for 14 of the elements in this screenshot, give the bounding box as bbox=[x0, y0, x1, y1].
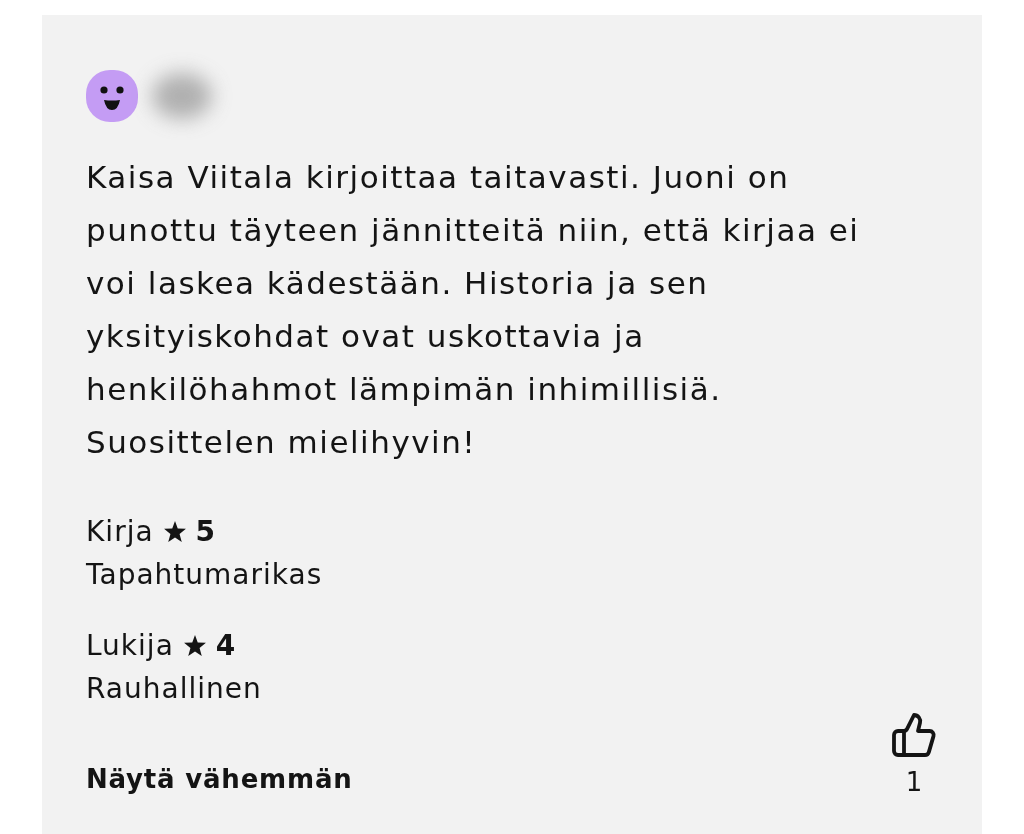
blurred-name-placeholder bbox=[152, 73, 212, 119]
show-less-link[interactable]: Näytä vähemmän bbox=[86, 761, 353, 797]
rating-score: 4 bbox=[215, 628, 236, 662]
star-icon bbox=[183, 634, 206, 656]
thumbs-up-icon bbox=[890, 711, 938, 759]
rating-label: Lukija bbox=[86, 628, 174, 662]
smiley-avatar-icon bbox=[86, 70, 138, 122]
like-button[interactable]: 1 bbox=[890, 711, 938, 797]
rating-label: Kirja bbox=[86, 514, 154, 548]
review-text: Kaisa Viitala kirjoittaa taitavasti. Juoni on punottu täyteen jännitteitä niin, että kirjaa ei voi laskea kädestään. Historia ja sen yksityiskohdat ovat uskottavia ja henkilöhahmot lämpimän inhimillisiä. Suosittelen mielihyvin! bbox=[86, 158, 861, 462]
star-icon bbox=[163, 520, 186, 542]
rating-descriptor: Tapahtumarikas bbox=[86, 557, 323, 593]
rating-descriptor: Rauhallinen bbox=[86, 671, 262, 707]
rating-score: 5 bbox=[195, 514, 216, 548]
